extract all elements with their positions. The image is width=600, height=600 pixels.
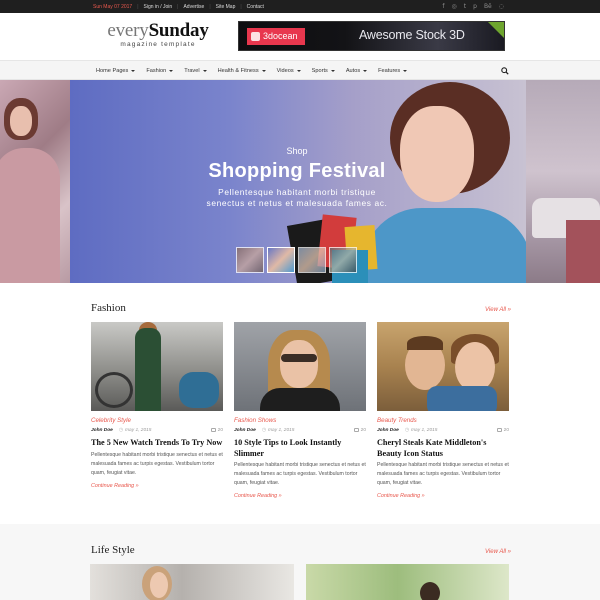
article-author[interactable]: John Doe (234, 428, 256, 433)
chevron-down-icon (296, 70, 301, 72)
slider-thumb[interactable] (236, 247, 264, 273)
rss-icon[interactable]: ◎ (452, 3, 457, 10)
prev-slide-preview[interactable] (0, 80, 70, 283)
site-logo[interactable]: everySunday magazine template (102, 21, 214, 48)
view-all-lifestyle-link[interactable]: View All » (485, 549, 511, 555)
section-title-fashion: Fashion (91, 302, 126, 314)
facebook-icon[interactable]: f (442, 3, 444, 10)
article-date: may 1, 2015 (411, 427, 438, 433)
nav-item-autos[interactable]: Autos (346, 68, 368, 74)
nav-item-features[interactable]: Features (378, 68, 408, 74)
chevron-down-icon (403, 70, 408, 72)
article-image[interactable] (377, 322, 509, 411)
site-map-link[interactable]: Site Map (216, 4, 236, 10)
nav-menu: Home Pages Fashion Travel Health & Fitne… (96, 61, 418, 81)
article-image[interactable] (306, 564, 509, 600)
ad-brand-mark-icon (251, 32, 260, 41)
ad-banner[interactable]: 3docean Awesome Stock 3D (238, 21, 505, 51)
article-category[interactable]: Celebrity Style (91, 417, 223, 425)
article-author[interactable]: John Doe (377, 428, 399, 433)
social-links: f ◎ t p Bē ◌ (442, 0, 504, 13)
article-meta: John Doe ◷ may 1, 2015 20 (377, 426, 509, 434)
nav-item-sports[interactable]: Sports (312, 68, 335, 74)
article-card: Celebrity Style John Doe ◷ may 1, 2015 2… (91, 322, 223, 489)
slider-thumb-active[interactable] (267, 247, 295, 273)
view-all-fashion-link[interactable]: View All » (485, 307, 511, 313)
article-meta: John Doe ◷ may 1, 2015 20 (234, 426, 366, 434)
chevron-down-icon (202, 70, 207, 72)
continue-reading-link[interactable]: Continue Reading » (234, 493, 366, 499)
article-meta: John Doe ◷ may 1, 2015 20 (91, 426, 223, 434)
article-author[interactable]: John Doe (91, 428, 113, 433)
article-title[interactable]: 10 Style Tips to Look Instantly Slimmer (234, 438, 366, 459)
comment-icon (353, 428, 359, 432)
dribbble-icon[interactable]: ◌ (499, 3, 504, 10)
slider-thumb[interactable] (329, 247, 357, 273)
article-category[interactable]: Fashion Shows (234, 417, 366, 425)
contact-link[interactable]: Contact (247, 4, 264, 10)
nav-item-health-fitness[interactable]: Health & Fitness (218, 68, 266, 74)
clock-icon: ◷ (118, 427, 124, 433)
current-date: Sun May 07 2017 (93, 3, 133, 10)
article-date: may 1, 2015 (125, 427, 152, 433)
sign-in-link[interactable]: Sign in / Join (144, 4, 173, 10)
article-image[interactable] (90, 564, 294, 600)
chevron-down-icon (169, 70, 174, 72)
section-title-lifestyle: Life Style (91, 544, 135, 556)
main-navigation: Home Pages Fashion Travel Health & Fitne… (0, 60, 600, 80)
slide-title[interactable]: Shopping Festival (170, 160, 424, 183)
ad-brand: 3docean (263, 31, 298, 41)
next-slide-preview[interactable] (526, 80, 600, 283)
article-excerpt: Pellentesque habitant morbi tristique se… (234, 462, 366, 486)
logo-word-sunday: Sunday (148, 20, 209, 41)
top-links: Sun May 07 2017 | Sign in / Join | Adver… (93, 3, 264, 10)
article-category[interactable]: Beauty Trends (377, 417, 509, 425)
ad-corner-ribbon (488, 22, 504, 38)
chevron-down-icon (131, 70, 136, 72)
article-image[interactable] (91, 322, 223, 411)
clock-icon: ◷ (404, 427, 410, 433)
comment-icon (210, 428, 216, 432)
continue-reading-link[interactable]: Continue Reading » (377, 493, 509, 499)
continue-reading-link[interactable]: Continue Reading » (91, 483, 223, 489)
article-excerpt: Pellentesque habitant morbi tristique se… (377, 462, 509, 486)
logo-word-every: every (107, 20, 149, 41)
chevron-down-icon (330, 70, 335, 72)
slider-thumb[interactable] (298, 247, 326, 273)
chevron-down-icon (261, 70, 266, 72)
search-icon[interactable] (501, 67, 509, 75)
chevron-down-icon (363, 70, 368, 72)
clock-icon: ◷ (261, 427, 267, 433)
slide-category[interactable]: Shop (200, 146, 394, 156)
nav-item-fashion[interactable]: Fashion (146, 68, 174, 74)
ad-brand-logo: 3docean (247, 28, 305, 45)
slider-thumbnails (236, 247, 357, 273)
slide-description: Pellentesque habitant morbi tristique se… (206, 187, 388, 208)
pinterest-icon[interactable]: p (473, 3, 477, 10)
comment-icon (496, 428, 502, 432)
comment-count[interactable]: 20 (353, 428, 366, 433)
article-card: Fashion Shows John Doe ◷ may 1, 2015 20 … (234, 322, 366, 499)
article-card: Beauty Trends John Doe ◷ may 1, 2015 20 … (377, 322, 509, 499)
article-image[interactable] (234, 322, 366, 411)
nav-item-travel[interactable]: Travel (184, 68, 207, 74)
advertise-link[interactable]: Advertise (183, 4, 204, 10)
article-title[interactable]: The 5 New Watch Trends To Try Now (91, 438, 223, 449)
ad-text: Awesome Stock 3D (359, 28, 465, 42)
nav-item-videos[interactable]: Videos (277, 68, 301, 74)
article-date: may 1, 2015 (268, 427, 295, 433)
nav-item-home-pages[interactable]: Home Pages (96, 68, 136, 74)
top-bar: Sun May 07 2017 | Sign in / Join | Adver… (0, 0, 600, 13)
behance-icon[interactable]: Bē (484, 3, 492, 10)
article-title[interactable]: Cheryl Steals Kate Middleton's Beauty Ic… (377, 438, 509, 459)
comment-count[interactable]: 20 (210, 428, 223, 433)
logo-tagline: magazine template (120, 41, 196, 48)
comment-count[interactable]: 20 (496, 428, 509, 433)
twitter-icon[interactable]: t (464, 3, 466, 10)
article-excerpt: Pellentesque habitant morbi tristique se… (91, 451, 223, 476)
